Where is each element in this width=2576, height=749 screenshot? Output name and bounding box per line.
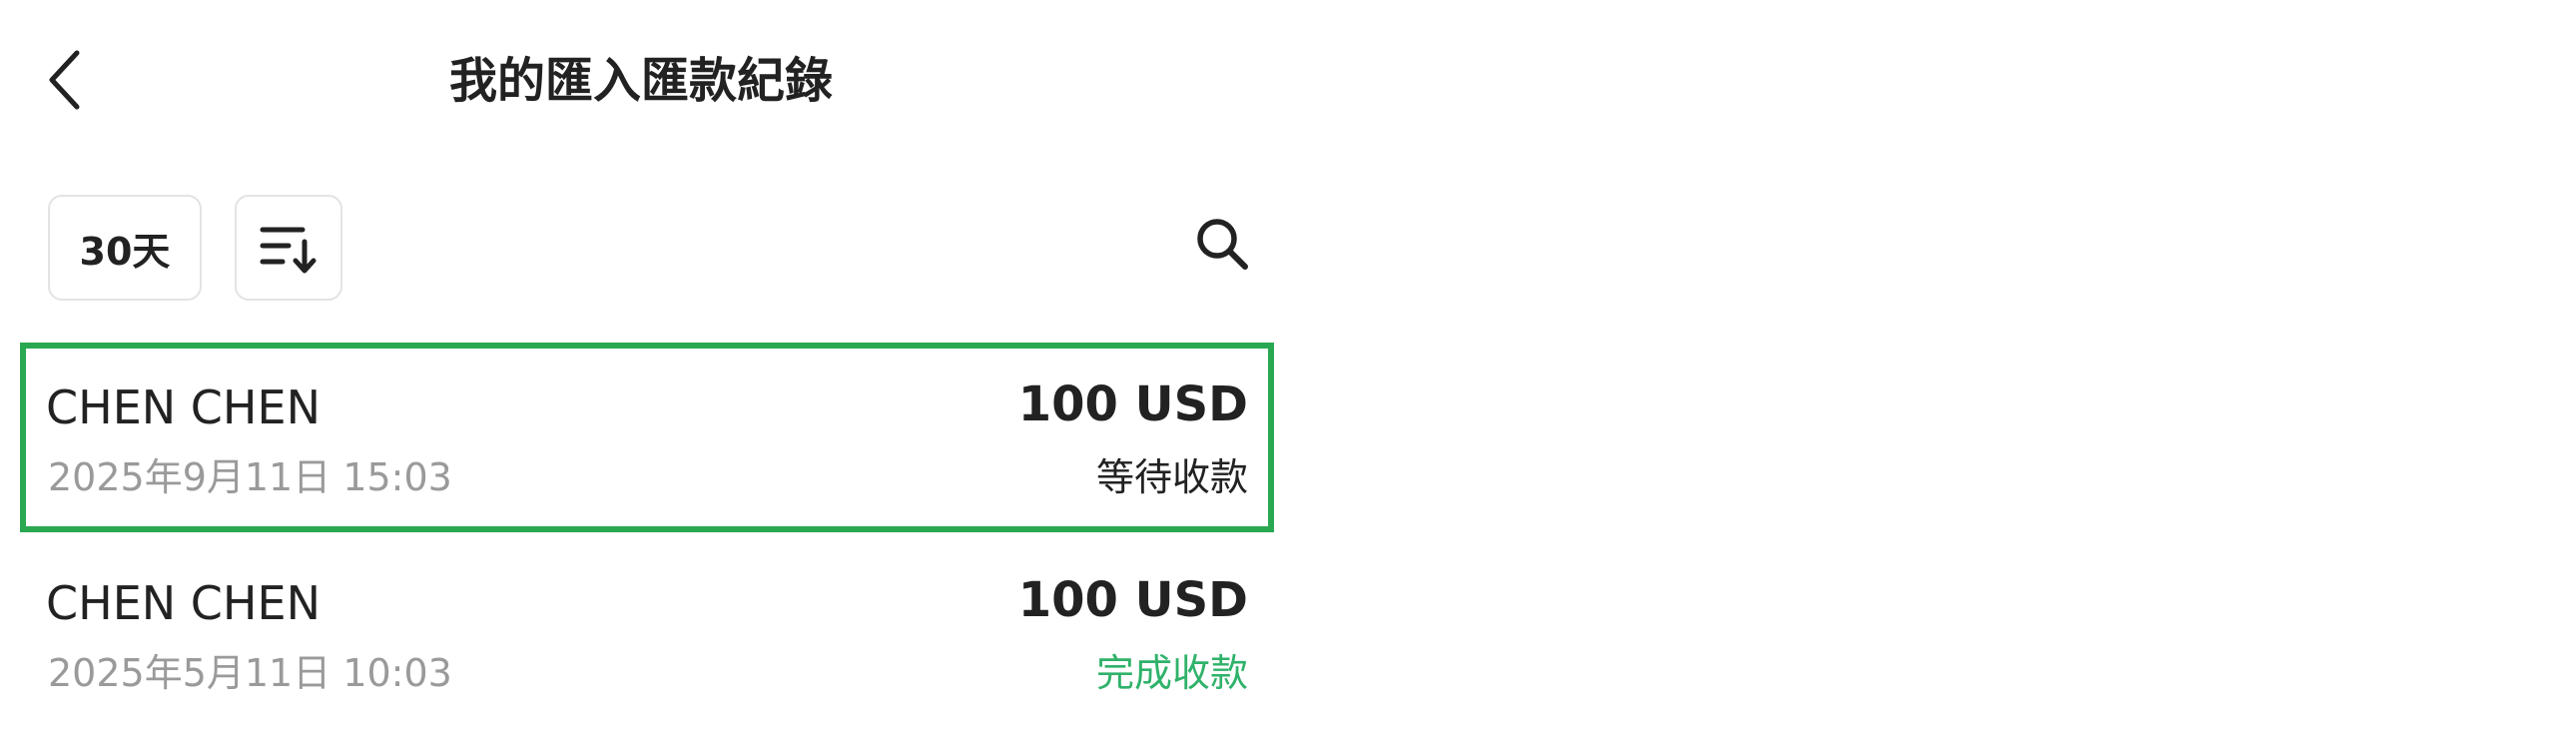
record-row[interactable]: CHEN CHEN 2025年5月11日 10:03 100 USD 完成收款	[20, 538, 1274, 728]
record-datetime: 2025年5月11日 10:03	[48, 651, 452, 695]
search-button[interactable]	[1190, 212, 1254, 276]
sort-descending-icon	[260, 227, 317, 274]
period-filter-label: 30天	[79, 229, 171, 274]
search-icon	[1197, 219, 1248, 270]
record-status: 等待收款	[1095, 455, 1248, 499]
chevron-left-icon	[49, 50, 80, 110]
record-amount: 100 USD	[1017, 376, 1248, 432]
record-amount: 100 USD	[1017, 572, 1248, 628]
period-filter-button[interactable]: 30天	[48, 195, 202, 301]
remitter-name: CHEN CHEN	[46, 576, 321, 630]
back-button[interactable]	[40, 40, 90, 120]
remitter-name: CHEN CHEN	[46, 380, 321, 434]
sort-button[interactable]	[235, 195, 342, 301]
record-datetime: 2025年9月11日 15:03	[48, 455, 452, 499]
remittance-record-list: CHEN CHEN 2025年9月11日 15:03 100 USD 等待收款 …	[20, 343, 1274, 728]
page-title: 我的匯入匯款紀錄	[449, 53, 834, 109]
record-row[interactable]: CHEN CHEN 2025年9月11日 15:03 100 USD 等待收款	[20, 343, 1274, 532]
record-status: 完成收款	[1095, 651, 1248, 695]
remittance-records-screen: 我的匯入匯款紀錄 30天 CHEN CHEN 2025年9月11日 15:03 …	[0, 0, 2576, 749]
